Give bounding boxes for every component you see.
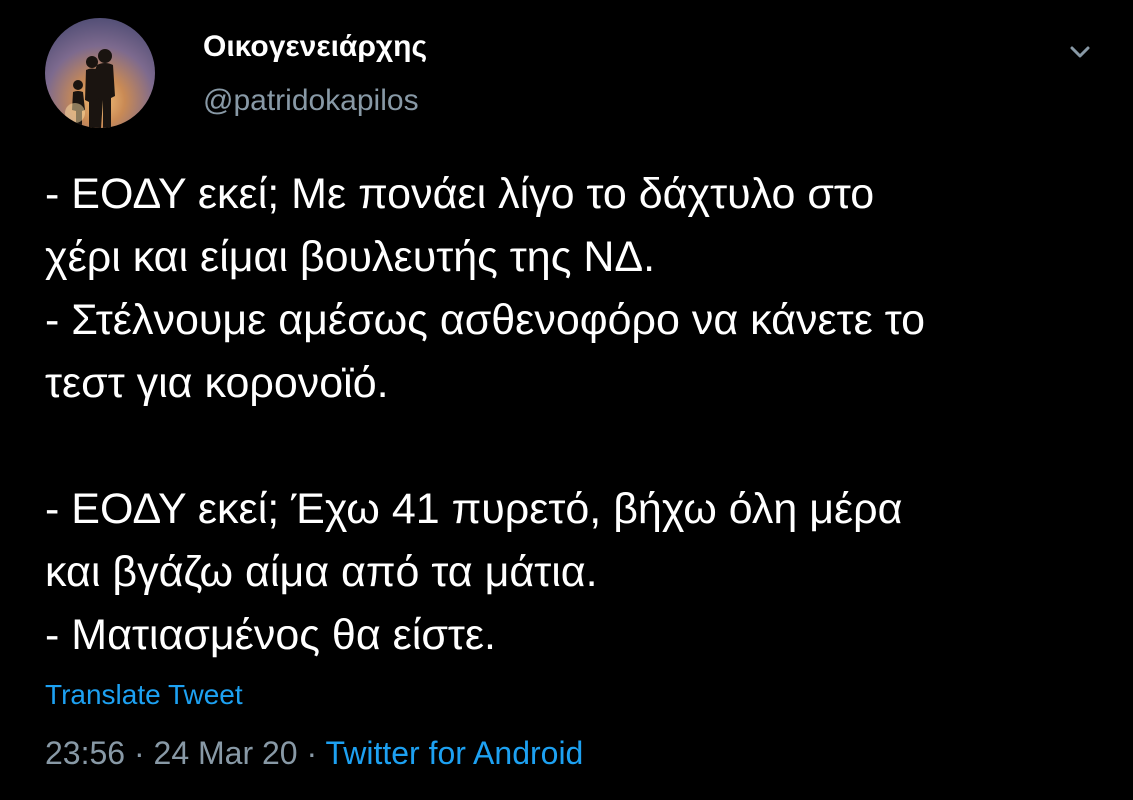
tweet-line: χέρι και είμαι βουλευτής της ΝΔ. (45, 233, 656, 281)
tweet-card: Οικογενειάρχης @patridokapilos - ΕΟΔΥ εκ… (0, 0, 1133, 800)
chevron-down-icon[interactable] (1064, 38, 1096, 66)
family-silhouette-icon (65, 49, 115, 128)
author-handle[interactable]: @patridokapilos (203, 84, 419, 118)
tweet-meta: 23:56 · 24 Mar 20 · Twitter for Android (45, 735, 583, 772)
tweet-source-link[interactable]: Twitter for Android (325, 735, 583, 771)
tweet-line: και βγάζω αίμα από τα μάτια. (45, 548, 598, 596)
translate-tweet-link[interactable]: Translate Tweet (45, 679, 243, 711)
tweet-line: - Ματιασμένος θα είστε. (45, 611, 496, 659)
avatar[interactable] (45, 18, 155, 128)
meta-separator: · (306, 735, 318, 771)
tweet-line: - ΕΟΔΥ εκεί; Με πονάει λίγο το δάχτυλο σ… (45, 170, 875, 218)
tweet-date[interactable]: 24 Mar 20 (154, 735, 298, 771)
tweet-line: τεστ για κορονοϊό. (45, 359, 389, 407)
author-display-name[interactable]: Οικογενειάρχης (203, 30, 427, 64)
tweet-line: - Στέλνουμε αμέσως ασθενοφόρο να κάνετε … (45, 296, 926, 344)
meta-separator: · (133, 735, 145, 771)
tweet-line: - ΕΟΔΥ εκεί; Έχω 41 πυρετό, βήχω όλη μέρ… (45, 485, 903, 533)
tweet-text: - ΕΟΔΥ εκεί; Με πονάει λίγο το δάχτυλο σ… (45, 163, 1105, 667)
tweet-time[interactable]: 23:56 (45, 735, 125, 771)
